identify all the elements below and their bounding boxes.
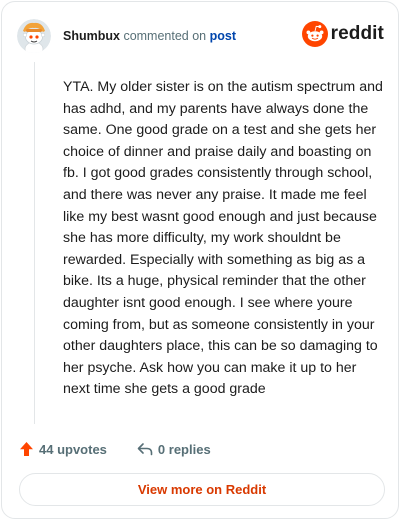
comment-header: Shumbux commented on post reddit (17, 16, 384, 56)
snoo-avatar-icon[interactable] (17, 19, 51, 53)
reply-button[interactable]: 0 replies (137, 442, 211, 457)
post-link[interactable]: post (210, 29, 236, 43)
comment-card: Shumbux commented on post reddit YTA. My… (1, 1, 399, 519)
upvote-count: 44 upvotes (39, 441, 107, 457)
view-more-button[interactable]: View more on Reddit (19, 473, 385, 506)
comment-meta: Shumbux commented on post (63, 28, 236, 44)
reply-count: 0 replies (157, 441, 211, 457)
reddit-brand[interactable]: reddit (301, 21, 384, 47)
comment-footer: 44 upvotes 0 replies (19, 439, 211, 459)
comment-body: YTA. My older sister is on the autism sp… (63, 79, 383, 398)
username-link[interactable]: Shumbux (63, 29, 120, 43)
upvote-arrow-icon (19, 441, 39, 457)
reddit-logo-icon (301, 21, 328, 47)
reply-arrow-icon (137, 442, 158, 456)
meta-verb: commented on (123, 29, 207, 43)
upvote-button[interactable]: 44 upvotes (19, 441, 107, 457)
reddit-wordmark: reddit (330, 23, 384, 44)
thread-line (34, 62, 35, 424)
